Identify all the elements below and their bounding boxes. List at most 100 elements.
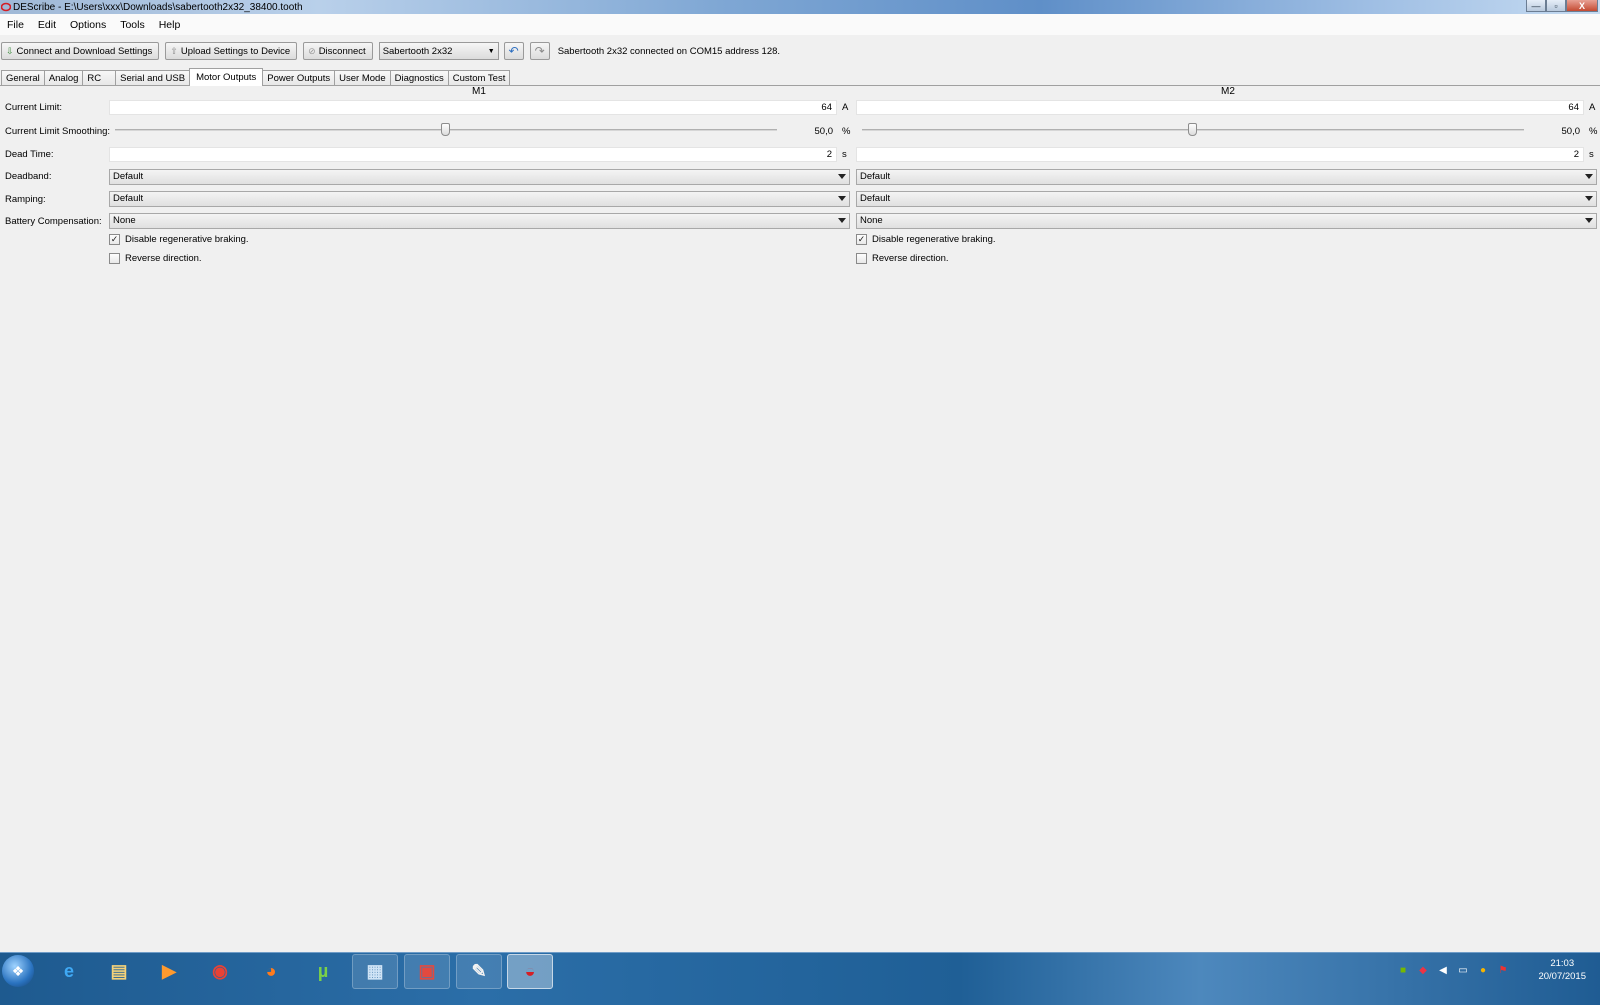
upload-settings-label: Upload Settings to Device [180, 45, 291, 57]
m2-deadband-select[interactable]: Default [856, 169, 1597, 185]
tab-custom-test[interactable]: Custom Test [447, 70, 511, 86]
disconnect-button[interactable]: ⊘ Disconnect [303, 42, 373, 60]
m2-smoothing-slider-thumb[interactable] [1188, 123, 1197, 136]
device-select-value: Sabertooth 2x32 [382, 45, 453, 57]
chevron-down-icon [1585, 218, 1593, 223]
remote-desktop-icon: ▦ [366, 961, 384, 981]
menu-edit[interactable]: Edit [31, 19, 63, 31]
taskbar-app-file-explorer[interactable]: ▤ [96, 954, 142, 989]
connect-download-button[interactable]: ⇩ Connect and Download Settings [1, 42, 160, 60]
redo-button[interactable]: ↷ [529, 42, 550, 60]
m2-dead-time-input[interactable]: 2 [856, 147, 1584, 162]
taskbar-app-toolbox[interactable]: ▣ [404, 954, 450, 989]
menu-tools[interactable]: Tools [113, 19, 152, 31]
m2-smoothing-unit: % [1589, 126, 1598, 137]
clock-time: 21:03 [1550, 958, 1575, 969]
tab-general[interactable]: General [1, 70, 45, 86]
windows-logo-icon: ❖ [11, 962, 25, 979]
system-clock[interactable]: 21:03 20/07/2015 [1538, 957, 1586, 983]
m2-current-unit: A [1589, 102, 1596, 113]
checkbox-check-icon[interactable] [109, 253, 120, 264]
tab-diagnostics[interactable]: Diagnostics [389, 70, 449, 86]
taskbar-app-firefox[interactable]: ◕ [248, 954, 294, 989]
clock-date: 20/07/2015 [1538, 971, 1586, 982]
m1-smoothing-slider-thumb[interactable] [441, 123, 450, 136]
m1-deadband-value: Default [113, 171, 144, 182]
taskbar-app-media-player[interactable]: ▶ [146, 954, 192, 989]
taskbar-app-utorrent[interactable]: µ [300, 954, 346, 989]
m1-dead-time-input[interactable]: 2 [109, 147, 837, 162]
menu-help[interactable]: Help [152, 19, 188, 31]
connection-status: Sabertooth 2x32 connected on COM15 addre… [557, 45, 781, 57]
connect-icon: ⇩ [6, 45, 14, 56]
taskbar-app-describe-app[interactable]: ◒ [507, 954, 553, 989]
m1-battery-compensation-value: None [113, 215, 136, 226]
window-title: DEScribe - E:\Users\xxx\Downloads\sabert… [13, 1, 303, 13]
checkbox-check-icon[interactable] [856, 253, 867, 264]
checkbox-check-icon[interactable]: ✓ [109, 234, 120, 245]
toolbox-icon: ▣ [418, 961, 436, 981]
menu-options[interactable]: Options [63, 19, 113, 31]
redo-icon: ↷ [534, 44, 545, 58]
menu-file[interactable]: File [0, 19, 31, 31]
minimize-button[interactable]: — [1526, 0, 1546, 12]
m2-regen-braking-checkbox[interactable]: ✓ Disable regenerative braking. [856, 234, 996, 245]
tab-power-outputs[interactable]: Power Outputs [262, 70, 336, 86]
m2-smoothing-value: 50,0 [1561, 126, 1581, 137]
m1-reverse-direction-checkbox[interactable]: Reverse direction. [109, 253, 202, 264]
checkbox-check-icon[interactable]: ✓ [856, 234, 867, 245]
m2-ramping-select[interactable]: Default [856, 191, 1597, 207]
update-icon[interactable]: ● [1476, 963, 1490, 977]
chevron-down-icon [838, 218, 846, 223]
firefox-icon: ◕ [265, 961, 277, 981]
m2-dead-time-unit: s [1589, 149, 1594, 160]
upload-settings-button[interactable]: ⇧ Upload Settings to Device [165, 42, 298, 60]
start-button[interactable]: ❖ [2, 955, 34, 987]
m2-header: M2 [1221, 86, 1235, 97]
m1-smoothing-unit: % [842, 126, 851, 137]
network-icon[interactable]: ▭ [1456, 963, 1470, 977]
action-center-flag-icon[interactable]: ⚑ [1496, 963, 1510, 977]
paint-icon: ✎ [471, 961, 487, 981]
file-explorer-icon: ▤ [110, 961, 128, 981]
m2-current-limit-input[interactable]: 64 [856, 100, 1584, 115]
undo-button[interactable]: ↶ [503, 42, 524, 60]
m1-battery-compensation-select[interactable]: None [109, 213, 850, 229]
m1-ramping-select[interactable]: Default [109, 191, 850, 207]
tab-motor-outputs[interactable]: Motor Outputs [189, 68, 264, 86]
m2-battery-compensation-select[interactable]: None [856, 213, 1597, 229]
current-limit-label: Current Limit: [5, 102, 63, 113]
m2-ramping-value: Default [860, 193, 891, 204]
tab-serial-usb[interactable]: Serial and USB [115, 70, 191, 86]
tab-strip: General Analog RC Serial and USB Motor O… [1, 68, 511, 86]
taskbar: ❖ e ▤ ▶ ◉ ◕ µ ▦ ▣ ✎ ◒ ■ ◆ ◀ ▭ ● ⚑ 21:03 20/07/201… [0, 952, 1600, 1005]
current-limit-smoothing-label: Current Limit Smoothing: [5, 126, 111, 137]
close-button[interactable]: X [1566, 0, 1598, 12]
taskbar-app-paint[interactable]: ✎ [456, 954, 502, 989]
volume-icon[interactable]: ◀ [1436, 963, 1450, 977]
system-tray: ■ ◆ ◀ ▭ ● ⚑ [1390, 963, 1510, 977]
m1-regen-braking-checkbox[interactable]: ✓ Disable regenerative braking. [109, 234, 249, 245]
battery-compensation-label: Battery Compensation: [5, 216, 102, 227]
taskbar-app-chrome[interactable]: ◉ [197, 954, 243, 989]
m1-reverse-direction-label: Reverse direction. [125, 253, 202, 264]
m2-reverse-direction-checkbox[interactable]: Reverse direction. [856, 253, 949, 264]
tab-user-mode[interactable]: User Mode [334, 70, 391, 86]
security-icon[interactable]: ◆ [1416, 963, 1430, 977]
m1-deadband-select[interactable]: Default [109, 169, 850, 185]
taskbar-app-remote-desktop[interactable]: ▦ [352, 954, 398, 989]
maximize-button[interactable]: ▫ [1546, 0, 1566, 12]
m2-reverse-direction-label: Reverse direction. [872, 253, 949, 264]
media-player-icon: ▶ [162, 961, 176, 981]
chevron-down-icon [1585, 196, 1593, 201]
tab-analog[interactable]: Analog [43, 70, 84, 86]
m2-battery-compensation-value: None [860, 215, 883, 226]
device-select[interactable]: Sabertooth 2x32 ▼ [378, 42, 499, 60]
m1-current-limit-input[interactable]: 64 [109, 100, 837, 115]
taskbar-app-internet-explorer[interactable]: e [46, 954, 92, 989]
m1-regen-braking-label: Disable regenerative braking. [125, 234, 249, 245]
chevron-down-icon: ▼ [487, 47, 495, 55]
tab-rc[interactable]: RC [82, 70, 117, 86]
nvidia-icon[interactable]: ■ [1396, 963, 1410, 977]
upload-icon: ⇧ [170, 45, 178, 56]
